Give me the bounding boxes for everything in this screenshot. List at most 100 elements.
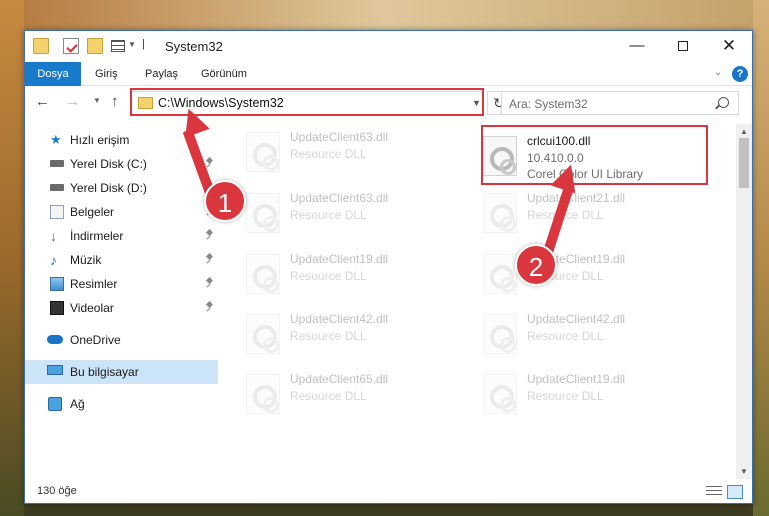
sidebar-item-label: Ağ xyxy=(70,397,85,411)
list-item[interactable]: UpdateClient42.dll Resource DLL xyxy=(481,308,709,360)
pin-icon[interactable] xyxy=(205,230,213,240)
dll-file-icon xyxy=(483,314,517,354)
dll-file-icon xyxy=(246,193,280,233)
tab-share[interactable]: Paylaş xyxy=(145,62,178,86)
pin-icon[interactable] xyxy=(205,302,213,312)
computer-icon xyxy=(47,365,63,375)
properties-icon[interactable] xyxy=(63,38,79,54)
help-icon[interactable]: ? xyxy=(732,66,748,82)
list-item[interactable]: UpdateClient21.dll Resource DLL xyxy=(481,187,709,239)
sidebar-item-label: OneDrive xyxy=(70,333,121,347)
sidebar-item-label: Resimler xyxy=(70,277,118,291)
file-type: Resource DLL xyxy=(290,269,367,283)
dll-file-icon xyxy=(246,374,280,414)
sidebar-item-label: İndirmeler xyxy=(70,229,124,243)
sidebar-item-network[interactable]: Ağ xyxy=(25,392,218,416)
step-badge-2: 2 xyxy=(515,244,557,286)
chevron-down-icon[interactable]: ▼ xyxy=(128,40,136,49)
close-button[interactable]: ✕ xyxy=(706,31,752,61)
sidebar-item-onedrive[interactable]: OneDrive xyxy=(25,328,218,352)
sidebar-item-label: Videolar xyxy=(70,301,114,315)
sidebar-item-label: Yerel Disk (D:) xyxy=(70,181,147,195)
file-name: UpdateClient19.dll xyxy=(527,372,626,386)
pin-icon[interactable] xyxy=(205,254,213,264)
disk-icon xyxy=(50,160,64,167)
maximize-button[interactable] xyxy=(660,31,706,61)
title-bar: ▼ | System32 — ✕ xyxy=(25,31,752,62)
file-type: Resource DLL xyxy=(527,329,604,343)
sidebar-item-label: Hızlı erişim xyxy=(70,133,130,147)
scroll-down-icon[interactable]: ▼ xyxy=(740,467,748,476)
dll-file-icon xyxy=(483,193,517,233)
window-title: System32 xyxy=(165,39,223,54)
disk-icon xyxy=(50,184,64,191)
list-item[interactable]: UpdateClient63.dll Resource DLL xyxy=(244,187,472,239)
item-count: 130 öğe xyxy=(37,485,77,497)
expand-ribbon-icon[interactable]: ⌄ xyxy=(711,66,725,80)
desktop-background-left xyxy=(0,0,24,516)
sidebar-item-label: Belgeler xyxy=(70,205,115,219)
sidebar-item-local-disk-c[interactable]: Yerel Disk (C:) xyxy=(25,152,218,176)
forward-arrow-icon[interactable]: → xyxy=(65,93,80,110)
search-input[interactable]: Ara: System32 xyxy=(509,97,588,111)
dll-file-icon xyxy=(483,254,517,294)
sidebar-item-music[interactable]: ♪ Müzik xyxy=(25,248,218,272)
vertical-scrollbar[interactable]: ▲ ▼ xyxy=(736,124,752,479)
new-folder-icon[interactable] xyxy=(87,38,103,54)
up-arrow-icon[interactable]: ↑ xyxy=(111,93,119,110)
dll-file-icon xyxy=(483,374,517,414)
star-icon: ★ xyxy=(50,132,62,147)
sidebar-item-documents[interactable]: Belgeler xyxy=(25,200,218,224)
pictures-icon xyxy=(50,277,64,291)
list-item[interactable]: UpdateClient19.dll Resource DLL xyxy=(481,248,709,300)
file-type: Resource DLL xyxy=(290,147,367,161)
list-item[interactable]: UpdateClient65.dll Resource DLL xyxy=(244,368,472,420)
desktop-background-right xyxy=(753,0,769,516)
list-item[interactable]: UpdateClient42.dll Resource DLL xyxy=(244,308,472,360)
recent-locations-icon[interactable]: ▼ xyxy=(93,96,101,105)
sidebar-item-label: Bu bilgisayar xyxy=(70,365,139,379)
file-name: UpdateClient21.dll xyxy=(527,191,626,205)
quick-access-toolbar-icon[interactable] xyxy=(111,40,125,52)
list-item[interactable]: UpdateClient63.dll Resource DLL xyxy=(244,126,472,178)
sidebar-item-videos[interactable]: Videolar xyxy=(25,296,218,320)
minimize-button[interactable]: — xyxy=(614,31,660,61)
sidebar-item-pictures[interactable]: Resimler xyxy=(25,272,218,296)
back-arrow-icon[interactable]: ← xyxy=(35,93,50,110)
sidebar-item-local-disk-d[interactable]: Yerel Disk (D:) xyxy=(25,176,218,200)
file-highlight xyxy=(481,125,708,185)
desktop-background-top xyxy=(0,0,769,30)
file-name: UpdateClient42.dll xyxy=(290,312,389,326)
details-view-icon[interactable] xyxy=(706,486,722,498)
tab-file[interactable]: Dosya xyxy=(25,62,81,86)
sidebar-item-this-pc[interactable]: Bu bilgisayar xyxy=(25,360,218,384)
list-item[interactable]: UpdateClient19.dll Resource DLL xyxy=(244,248,472,300)
file-name: UpdateClient65.dll xyxy=(290,372,389,386)
sidebar-item-label: Müzik xyxy=(70,253,102,267)
separator-icon: | xyxy=(142,38,145,50)
music-icon: ♪ xyxy=(50,252,57,268)
cloud-icon xyxy=(47,335,63,344)
scroll-up-icon[interactable]: ▲ xyxy=(740,127,748,136)
step-badge-1: 1 xyxy=(204,180,246,222)
download-icon: ↓ xyxy=(50,228,57,244)
file-name: UpdateClient42.dll xyxy=(527,312,626,326)
dll-file-icon xyxy=(246,254,280,294)
sidebar-item-downloads[interactable]: ↓ İndirmeler xyxy=(25,224,218,248)
tab-view[interactable]: Görünüm xyxy=(201,62,247,86)
status-bar: 130 öğe xyxy=(25,481,752,503)
pin-icon[interactable] xyxy=(205,158,213,168)
search-box[interactable]: Ara: System32 xyxy=(501,91,739,115)
large-icons-view-icon[interactable] xyxy=(727,485,743,499)
video-icon xyxy=(50,301,64,315)
file-name: UpdateClient19.dll xyxy=(290,252,389,266)
scrollbar-thumb[interactable] xyxy=(739,138,749,188)
file-name: UpdateClient63.dll xyxy=(290,191,389,205)
file-type: Resource DLL xyxy=(290,389,367,403)
file-type: Resource DLL xyxy=(527,389,604,403)
list-item[interactable]: UpdateClient19.dll Resource DLL xyxy=(481,368,709,420)
pin-icon[interactable] xyxy=(205,278,213,288)
file-name: UpdateClient63.dll xyxy=(290,130,389,144)
search-icon[interactable] xyxy=(718,97,729,108)
tab-home[interactable]: Giriş xyxy=(95,62,118,86)
